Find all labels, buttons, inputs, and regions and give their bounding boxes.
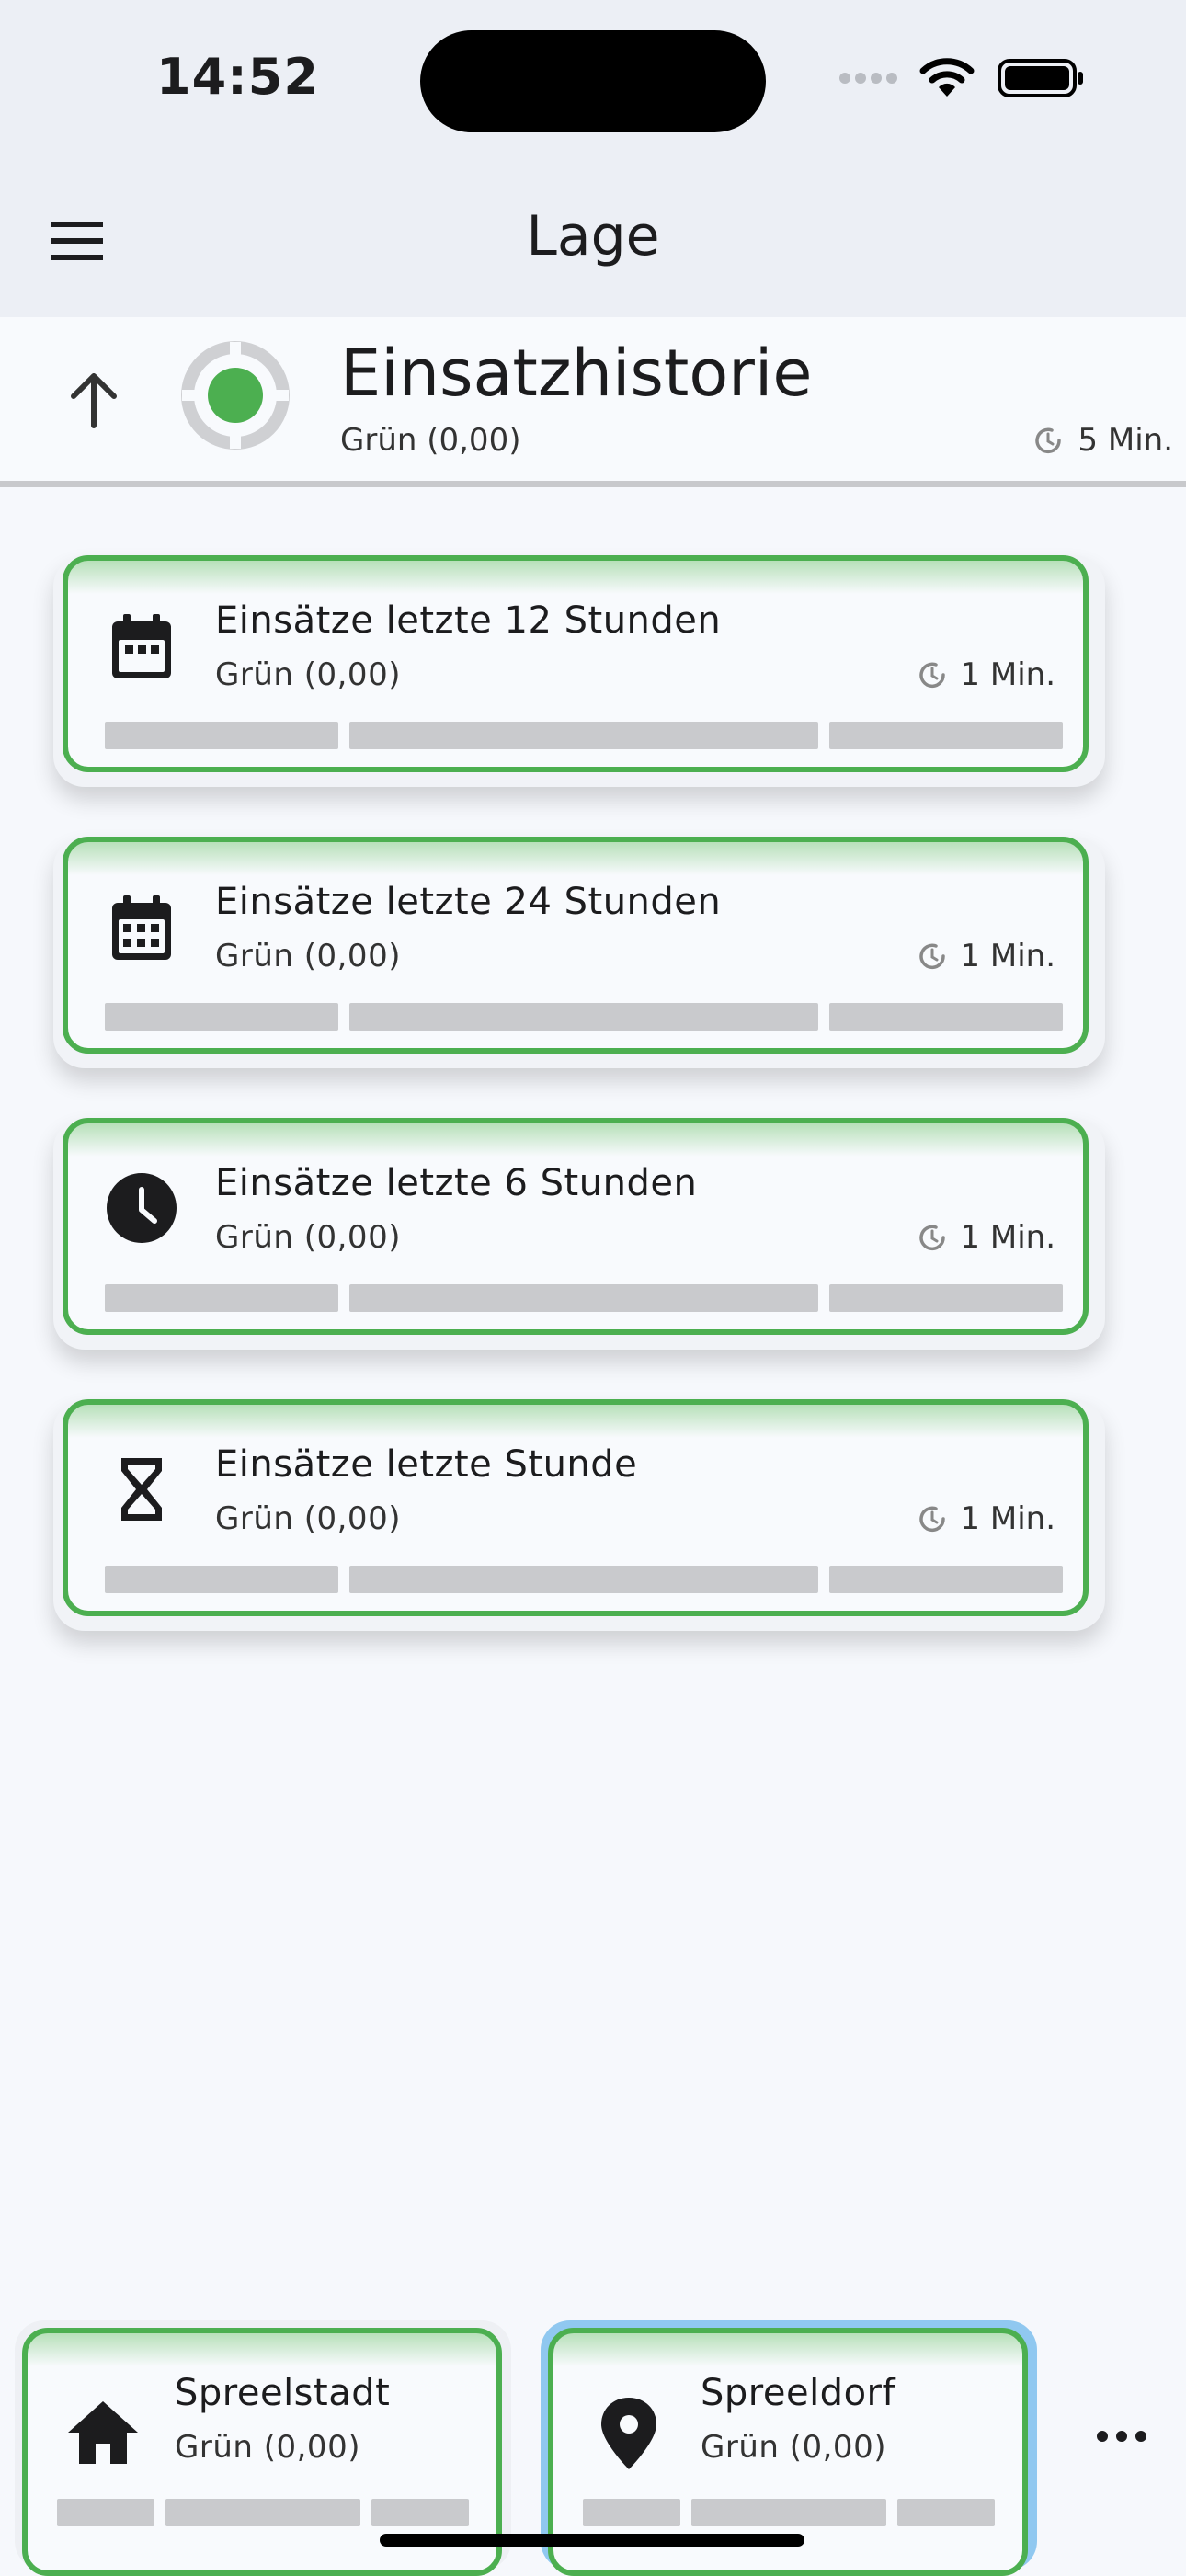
nav-card-status: Grün (0,00): [175, 2429, 360, 2466]
card-status: Grün (0,00): [215, 656, 401, 693]
progress-segment: [349, 1566, 818, 1593]
card-title: Einsätze letzte Stunde: [215, 1443, 638, 1486]
history-header: Einsatzhistorie Grün (0,00) 5 Min.: [0, 317, 1186, 487]
progress-segment: [349, 1284, 818, 1312]
progress-segment: [105, 1003, 338, 1031]
refresh-clock-icon: [919, 662, 946, 689]
card-1-hour[interactable]: Einsätze letzte Stunde Grün (0,00) 1 Min…: [53, 1399, 1105, 1631]
card-12-hours[interactable]: Einsätze letzte 12 Stunden Grün (0,00) 1…: [53, 555, 1105, 787]
card-frame: Einsätze letzte 6 Stunden Grün (0,00) 1 …: [63, 1118, 1089, 1335]
status-bar: 14:52: [0, 0, 1186, 165]
arrow-up-icon[interactable]: [57, 363, 131, 437]
dynamic-island: [420, 30, 766, 132]
app-bar: Lage: [0, 165, 1186, 317]
history-title: Einsatzhistorie: [340, 336, 813, 411]
calendar-icon: [112, 614, 171, 678]
card-frame: Einsätze letzte 12 Stunden Grün (0,00) 1…: [63, 555, 1089, 772]
card-age-label: 1 Min.: [960, 1500, 1055, 1537]
history-status: Grün (0,00): [340, 422, 521, 459]
card-status: Grün (0,00): [215, 1500, 401, 1537]
card-status: Grün (0,00): [215, 938, 401, 975]
history-age: 5 Min.: [1032, 422, 1173, 459]
card-age-label: 1 Min.: [960, 938, 1055, 975]
progress-segment: [371, 2499, 469, 2526]
nav-card-title: Spreeldorf: [701, 2372, 896, 2414]
card-title: Einsätze letzte 12 Stunden: [215, 599, 722, 642]
card-age: 1 Min.: [916, 938, 1055, 975]
status-icons: [838, 55, 1085, 101]
card-age: 1 Min.: [916, 1219, 1055, 1256]
refresh-clock-icon: [1035, 427, 1062, 454]
card-status: Grün (0,00): [215, 1219, 401, 1256]
battery-icon: [998, 59, 1083, 97]
location-pin-icon: [601, 2398, 656, 2469]
card-title: Einsätze letzte 6 Stunden: [215, 1162, 698, 1204]
progress-segment: [583, 2499, 680, 2526]
card-title: Einsätze letzte 24 Stunden: [215, 881, 722, 923]
progress-segment: [691, 2499, 886, 2526]
card-24-hours[interactable]: Einsätze letzte 24 Stunden Grün (0,00) 1…: [53, 837, 1105, 1068]
wifi-icon: [919, 58, 975, 97]
cellular-signal-icon: [839, 73, 897, 84]
progress-segment: [105, 1566, 338, 1593]
page-title: Lage: [526, 204, 660, 268]
progress-segment: [829, 1003, 1063, 1031]
refresh-clock-icon: [919, 943, 946, 970]
progress-segment: [57, 2499, 154, 2526]
progress-segment: [829, 722, 1063, 749]
card-age-label: 1 Min.: [960, 1219, 1055, 1256]
refresh-clock-icon: [919, 1506, 946, 1533]
card-frame: Einsätze letzte 24 Stunden Grün (0,00) 1…: [63, 837, 1089, 1054]
progress-segment: [829, 1566, 1063, 1593]
hourglass-icon: [121, 1458, 162, 1521]
history-age-label: 5 Min.: [1078, 422, 1173, 459]
refresh-clock-icon: [919, 1225, 946, 1251]
card-6-hours[interactable]: Einsätze letzte 6 Stunden Grün (0,00) 1 …: [53, 1118, 1105, 1350]
status-indicator-icon: [181, 341, 290, 450]
progress-segment: [105, 1284, 338, 1312]
progress-segment: [349, 1003, 818, 1031]
status-time: 14:52: [156, 48, 319, 106]
home-icon: [68, 2401, 138, 2464]
more-options-icon[interactable]: [1089, 2418, 1154, 2455]
card-age: 1 Min.: [916, 1500, 1055, 1537]
card-age-label: 1 Min.: [960, 656, 1055, 693]
nav-card-title: Spreelstadt: [175, 2372, 391, 2414]
card-frame: Einsätze letzte Stunde Grün (0,00) 1 Min…: [63, 1399, 1089, 1616]
progress-segment: [349, 722, 818, 749]
home-indicator[interactable]: [380, 2534, 804, 2547]
calendar-month-icon: [112, 895, 171, 960]
card-age: 1 Min.: [916, 656, 1055, 693]
progress-segment: [829, 1284, 1063, 1312]
progress-segment: [165, 2499, 360, 2526]
clock-icon: [107, 1173, 177, 1243]
progress-segment: [897, 2499, 995, 2526]
progress-segment: [105, 722, 338, 749]
nav-card-status: Grün (0,00): [701, 2429, 886, 2466]
